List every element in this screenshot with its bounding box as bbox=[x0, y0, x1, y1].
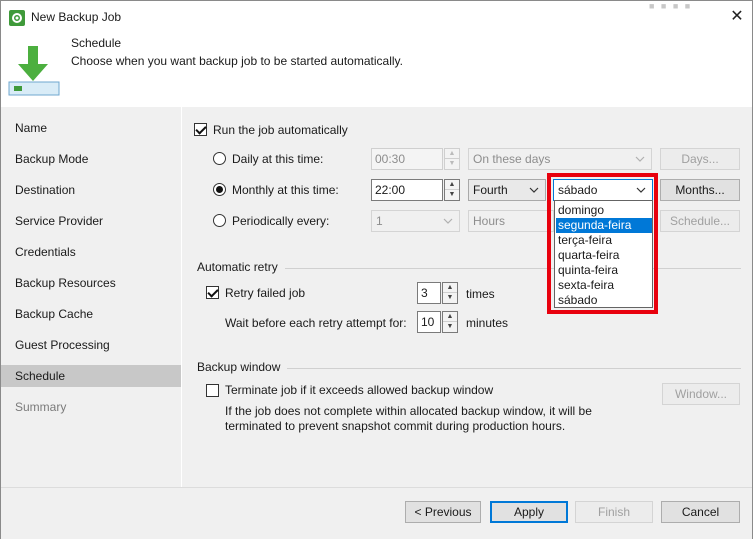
group-divider bbox=[285, 268, 741, 269]
periodically-unit-select[interactable]: Hours bbox=[468, 210, 554, 232]
veeam-app-icon bbox=[9, 10, 25, 26]
chevron-down-icon bbox=[443, 218, 453, 224]
chevron-down-icon bbox=[529, 187, 539, 193]
retry-failed-label: Retry failed job bbox=[225, 286, 306, 300]
automatic-retry-group-title: Automatic retry bbox=[197, 260, 278, 274]
window-title: New Backup Job bbox=[31, 10, 122, 24]
titlebar-decoration: ■ ■ ■ ■ bbox=[649, 1, 693, 11]
sidebar-item-backup-cache[interactable]: Backup Cache bbox=[1, 303, 181, 325]
close-icon[interactable]: ✕ bbox=[723, 5, 751, 29]
periodically-label: Periodically every: bbox=[232, 214, 330, 228]
months-button[interactable]: Months... bbox=[660, 179, 740, 201]
monthly-time-stepper[interactable]: ▲ ▼ bbox=[444, 179, 460, 201]
page-title: Schedule bbox=[71, 36, 122, 50]
chevron-down-icon bbox=[635, 156, 645, 162]
daily-radio[interactable] bbox=[213, 152, 226, 165]
window-note-line2: terminated to prevent snapshot commit du… bbox=[225, 419, 566, 433]
group-divider bbox=[287, 368, 741, 369]
sidebar-item-name[interactable]: Name bbox=[1, 117, 181, 139]
cancel-button[interactable]: Cancel bbox=[661, 501, 740, 523]
new-backup-job-window: New Backup Job ■ ■ ■ ■ ✕ Schedule Choose… bbox=[0, 0, 753, 539]
chevron-down-icon: ▼ bbox=[446, 323, 454, 330]
run-automatically-label: Run the job automatically bbox=[213, 123, 348, 137]
schedule-step-icon bbox=[8, 44, 60, 96]
wait-label: Wait before each retry attempt for: bbox=[225, 316, 407, 330]
page-subtitle: Choose when you want backup job to be st… bbox=[71, 54, 403, 68]
run-automatically-checkbox[interactable] bbox=[194, 123, 207, 136]
periodically-radio[interactable] bbox=[213, 214, 226, 227]
periodically-value: 1 bbox=[376, 214, 383, 228]
retry-failed-checkbox[interactable] bbox=[206, 286, 219, 299]
chevron-down-icon: ▼ bbox=[448, 160, 456, 167]
red-highlight-annotation bbox=[547, 173, 658, 314]
chevron-down-icon: ▼ bbox=[446, 294, 454, 301]
wait-minutes-stepper[interactable]: ▲ ▼ bbox=[442, 311, 458, 333]
daily-label: Daily at this time: bbox=[232, 152, 324, 166]
window-note-line1: If the job does not complete within allo… bbox=[225, 404, 592, 418]
sidebar-item-credentials[interactable]: Credentials bbox=[1, 241, 181, 263]
monthly-week-select[interactable]: Fourth bbox=[468, 179, 546, 201]
sidebar-item-guest-processing[interactable]: Guest Processing bbox=[1, 334, 181, 356]
minutes-label: minutes bbox=[466, 316, 509, 330]
sidebar-item-backup-mode[interactable]: Backup Mode bbox=[1, 148, 181, 170]
apply-button[interactable]: Apply bbox=[490, 501, 568, 523]
backup-window-group-title: Backup window bbox=[197, 360, 281, 374]
daily-time-stepper[interactable]: ▲ ▼ bbox=[444, 148, 460, 170]
sidebar-item-summary: Summary bbox=[15, 400, 67, 414]
periodically-unit: Hours bbox=[473, 214, 506, 228]
chevron-down-icon: ▼ bbox=[448, 191, 456, 198]
sidebar-item-destination[interactable]: Destination bbox=[1, 179, 181, 201]
times-label: times bbox=[466, 287, 495, 301]
schedule-button[interactable]: Schedule... bbox=[660, 210, 740, 232]
terminate-job-label: Terminate job if it exceeds allowed back… bbox=[225, 383, 494, 397]
sidebar-item-service-provider[interactable]: Service Provider bbox=[1, 210, 181, 232]
window-button[interactable]: Window... bbox=[662, 383, 740, 405]
daily-days-value: On these days bbox=[473, 152, 551, 166]
monthly-label: Monthly at this time: bbox=[232, 183, 339, 197]
daily-days-select[interactable]: On these days bbox=[468, 148, 652, 170]
sidebar-item-backup-resources[interactable]: Backup Resources bbox=[1, 272, 181, 294]
monthly-week-value: Fourth bbox=[473, 183, 508, 197]
terminate-job-checkbox[interactable] bbox=[206, 384, 219, 397]
previous-button[interactable]: < Previous bbox=[405, 501, 481, 523]
chevron-up-icon: ▲ bbox=[443, 283, 457, 293]
title-bar: New Backup Job ■ ■ ■ ■ ✕ bbox=[1, 1, 752, 33]
retry-count-input[interactable]: 3 bbox=[417, 282, 441, 304]
wait-minutes-input[interactable]: 10 bbox=[417, 311, 441, 333]
monthly-radio[interactable] bbox=[213, 183, 226, 196]
daily-time-input[interactable]: 00:30 bbox=[371, 148, 443, 170]
sidebar-item-schedule[interactable]: Schedule bbox=[1, 365, 181, 387]
wizard-header: Schedule Choose when you want backup job… bbox=[1, 33, 752, 107]
days-button[interactable]: Days... bbox=[660, 148, 740, 170]
chevron-up-icon: ▲ bbox=[443, 312, 457, 322]
retry-count-stepper[interactable]: ▲ ▼ bbox=[442, 282, 458, 304]
finish-button: Finish bbox=[575, 501, 653, 523]
wizard-steps-sidebar: Name Backup Mode Destination Service Pro… bbox=[1, 107, 181, 487]
chevron-up-icon: ▲ bbox=[445, 180, 459, 190]
monthly-time-input[interactable]: 22:00 bbox=[371, 179, 443, 201]
periodically-value-select[interactable]: 1 bbox=[371, 210, 460, 232]
chevron-up-icon: ▲ bbox=[445, 149, 459, 159]
